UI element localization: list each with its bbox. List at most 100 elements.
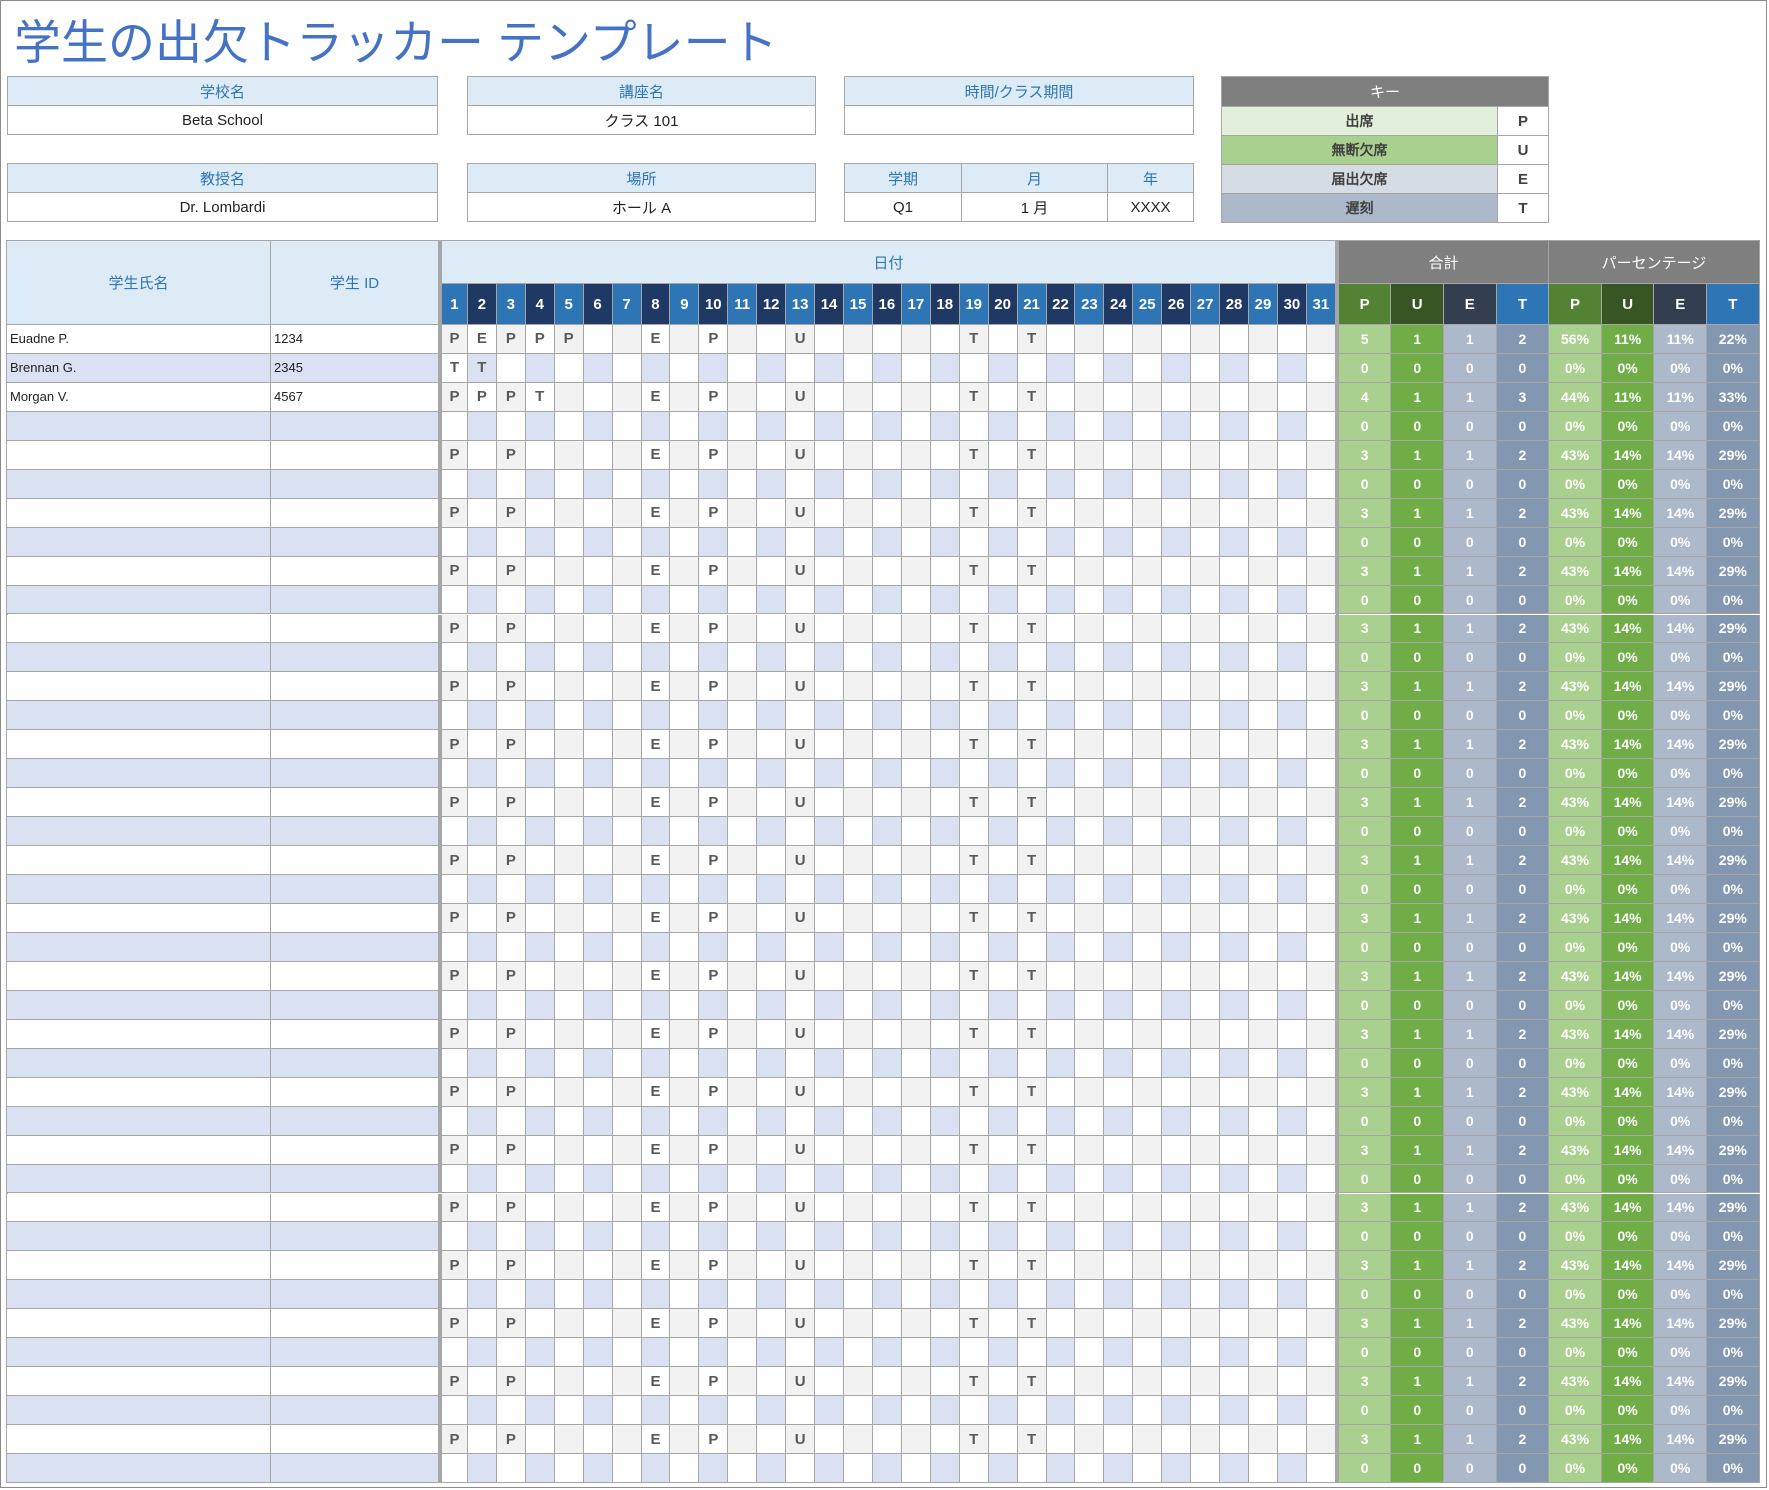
attendance-cell[interactable] (1075, 1280, 1105, 1310)
attendance-cell[interactable] (1220, 1367, 1250, 1397)
attendance-cell[interactable]: T (1017, 382, 1047, 412)
attendance-cell[interactable] (844, 1251, 873, 1281)
attendance-cell[interactable] (1306, 1193, 1336, 1223)
attendance-cell[interactable] (612, 932, 642, 962)
attendance-cell[interactable]: U (786, 788, 816, 818)
attendance-cell[interactable] (1046, 730, 1076, 760)
attendance-cell[interactable] (670, 556, 700, 586)
attendance-cell[interactable]: E (641, 730, 671, 760)
attendance-cell[interactable] (728, 1135, 758, 1165)
attendance-cell[interactable] (1162, 1251, 1192, 1281)
attendance-cell[interactable]: T (1017, 1135, 1047, 1165)
attendance-cell[interactable] (496, 411, 526, 441)
student-name-cell[interactable] (7, 1425, 271, 1455)
attendance-cell[interactable] (786, 1396, 816, 1426)
attendance-cell[interactable]: P (496, 1309, 526, 1339)
attendance-cell[interactable]: P (496, 498, 526, 528)
attendance-cell[interactable] (1249, 672, 1278, 702)
attendance-cell[interactable] (901, 498, 931, 528)
attendance-cell[interactable] (1220, 1222, 1250, 1252)
attendance-cell[interactable] (1017, 1396, 1047, 1426)
attendance-cell[interactable] (728, 1164, 758, 1194)
attendance-cell[interactable] (757, 1164, 787, 1194)
attendance-cell[interactable] (496, 1106, 526, 1136)
student-id-cell[interactable] (271, 1251, 439, 1281)
attendance-cell[interactable] (1133, 990, 1163, 1020)
attendance-cell[interactable] (612, 1425, 642, 1455)
attendance-cell[interactable] (1162, 325, 1192, 354)
attendance-cell[interactable] (1277, 325, 1307, 354)
attendance-cell[interactable] (1162, 353, 1192, 383)
attendance-cell[interactable]: T (1017, 961, 1047, 991)
attendance-cell[interactable] (815, 353, 844, 383)
attendance-cell[interactable] (1075, 961, 1105, 991)
attendance-cell[interactable] (496, 1396, 526, 1426)
attendance-cell[interactable]: T (1017, 904, 1047, 933)
student-name-cell[interactable] (7, 411, 271, 441)
attendance-cell[interactable] (1277, 701, 1307, 731)
attendance-cell[interactable] (728, 1367, 758, 1397)
attendance-cell[interactable]: P (699, 730, 729, 760)
attendance-cell[interactable]: E (641, 961, 671, 991)
attendance-cell[interactable] (1046, 382, 1076, 412)
attendance-cell[interactable] (901, 1222, 931, 1252)
attendance-cell[interactable] (1104, 1309, 1134, 1339)
attendance-cell[interactable] (1277, 932, 1307, 962)
attendance-cell[interactable] (1220, 875, 1250, 904)
attendance-cell[interactable]: P (439, 1077, 468, 1107)
attendance-cell[interactable] (1249, 817, 1278, 847)
attendance-cell[interactable] (786, 527, 816, 557)
attendance-cell[interactable] (1104, 498, 1134, 528)
attendance-cell[interactable] (844, 961, 873, 991)
attendance-cell[interactable] (1046, 961, 1076, 991)
attendance-cell[interactable]: E (467, 325, 497, 354)
attendance-cell[interactable] (554, 875, 584, 904)
attendance-cell[interactable] (670, 759, 700, 789)
attendance-cell[interactable] (1249, 556, 1278, 586)
student-id-cell[interactable] (271, 527, 439, 557)
attendance-cell[interactable] (583, 990, 613, 1020)
attendance-cell[interactable] (728, 1280, 758, 1310)
attendance-cell[interactable] (728, 382, 758, 412)
attendance-cell[interactable] (1133, 1280, 1163, 1310)
attendance-cell[interactable] (1306, 1077, 1336, 1107)
attendance-cell[interactable]: T (1017, 1077, 1047, 1107)
attendance-cell[interactable] (757, 585, 787, 615)
attendance-cell[interactable] (583, 1222, 613, 1252)
attendance-cell[interactable] (1249, 1396, 1278, 1426)
attendance-cell[interactable] (786, 1048, 816, 1078)
attendance-cell[interactable] (1249, 325, 1278, 354)
attendance-cell[interactable] (583, 759, 613, 789)
attendance-cell[interactable] (872, 643, 902, 673)
attendance-cell[interactable] (1046, 440, 1076, 470)
attendance-cell[interactable]: U (786, 1135, 816, 1165)
attendance-cell[interactable]: T (1017, 1019, 1047, 1049)
student-id-cell[interactable] (271, 932, 439, 962)
attendance-cell[interactable] (467, 1309, 497, 1339)
attendance-cell[interactable] (988, 1019, 1018, 1049)
attendance-cell[interactable]: P (439, 730, 468, 760)
attendance-cell[interactable] (1306, 614, 1336, 644)
attendance-cell[interactable]: E (641, 1367, 671, 1397)
attendance-cell[interactable] (1104, 730, 1134, 760)
attendance-cell[interactable] (1046, 527, 1076, 557)
attendance-cell[interactable] (1277, 1019, 1307, 1049)
attendance-cell[interactable] (930, 1019, 960, 1049)
attendance-cell[interactable] (525, 961, 555, 991)
attendance-cell[interactable] (1017, 759, 1047, 789)
attendance-cell[interactable] (1104, 932, 1134, 962)
attendance-cell[interactable] (901, 585, 931, 615)
attendance-cell[interactable] (988, 846, 1018, 876)
attendance-cell[interactable] (757, 353, 787, 383)
attendance-cell[interactable] (670, 904, 700, 933)
attendance-cell[interactable] (930, 875, 960, 904)
attendance-cell[interactable] (554, 1367, 584, 1397)
student-name-cell[interactable] (7, 614, 271, 644)
attendance-cell[interactable] (1162, 614, 1192, 644)
attendance-cell[interactable] (1277, 614, 1307, 644)
attendance-cell[interactable] (467, 1280, 497, 1310)
attendance-cell[interactable] (496, 1222, 526, 1252)
attendance-cell[interactable]: P (439, 961, 468, 991)
attendance-cell[interactable] (959, 990, 989, 1020)
attendance-cell[interactable]: T (467, 353, 497, 383)
